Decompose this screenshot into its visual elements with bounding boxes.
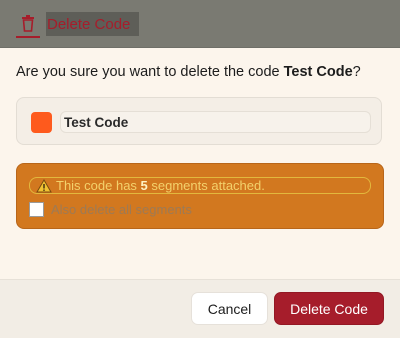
code-card: Test Code [16, 97, 382, 145]
prompt-code-name: Test Code [283, 64, 353, 80]
warning-message: This code has 5 segments attached. [29, 177, 371, 194]
cancel-button[interactable]: Cancel [191, 292, 268, 325]
dialog-title: Delete Code [47, 15, 131, 33]
delete-segments-option[interactable]: Also delete all segments [29, 200, 192, 218]
prompt-suffix: ? [352, 64, 361, 80]
code-name-field: Test Code [60, 111, 371, 133]
delete-segments-checkbox[interactable] [29, 201, 44, 217]
code-color-swatch [31, 112, 52, 133]
delete-segments-label[interactable]: Also delete all segments [51, 202, 192, 217]
confirmation-prompt: Are you sure you want to delete the code… [16, 64, 386, 80]
prompt-prefix: Are you sure you want to delete the code [16, 64, 284, 80]
segment-count: 5 [140, 178, 148, 193]
warning-text-suffix: segments attached. [147, 178, 265, 193]
warning-panel: This code has 5 segments attached. Also … [16, 163, 384, 229]
dialog-title-box: Delete Code [46, 12, 139, 36]
warning-text-prefix: This code has [56, 178, 141, 193]
delete-code-button[interactable]: Delete Code [274, 292, 384, 325]
code-name: Test Code [64, 114, 129, 130]
dialog-footer: Cancel Delete Code [0, 279, 400, 338]
warning-icon [36, 178, 52, 193]
trash-icon [16, 14, 40, 38]
dialog-header: Delete Code [0, 0, 400, 48]
